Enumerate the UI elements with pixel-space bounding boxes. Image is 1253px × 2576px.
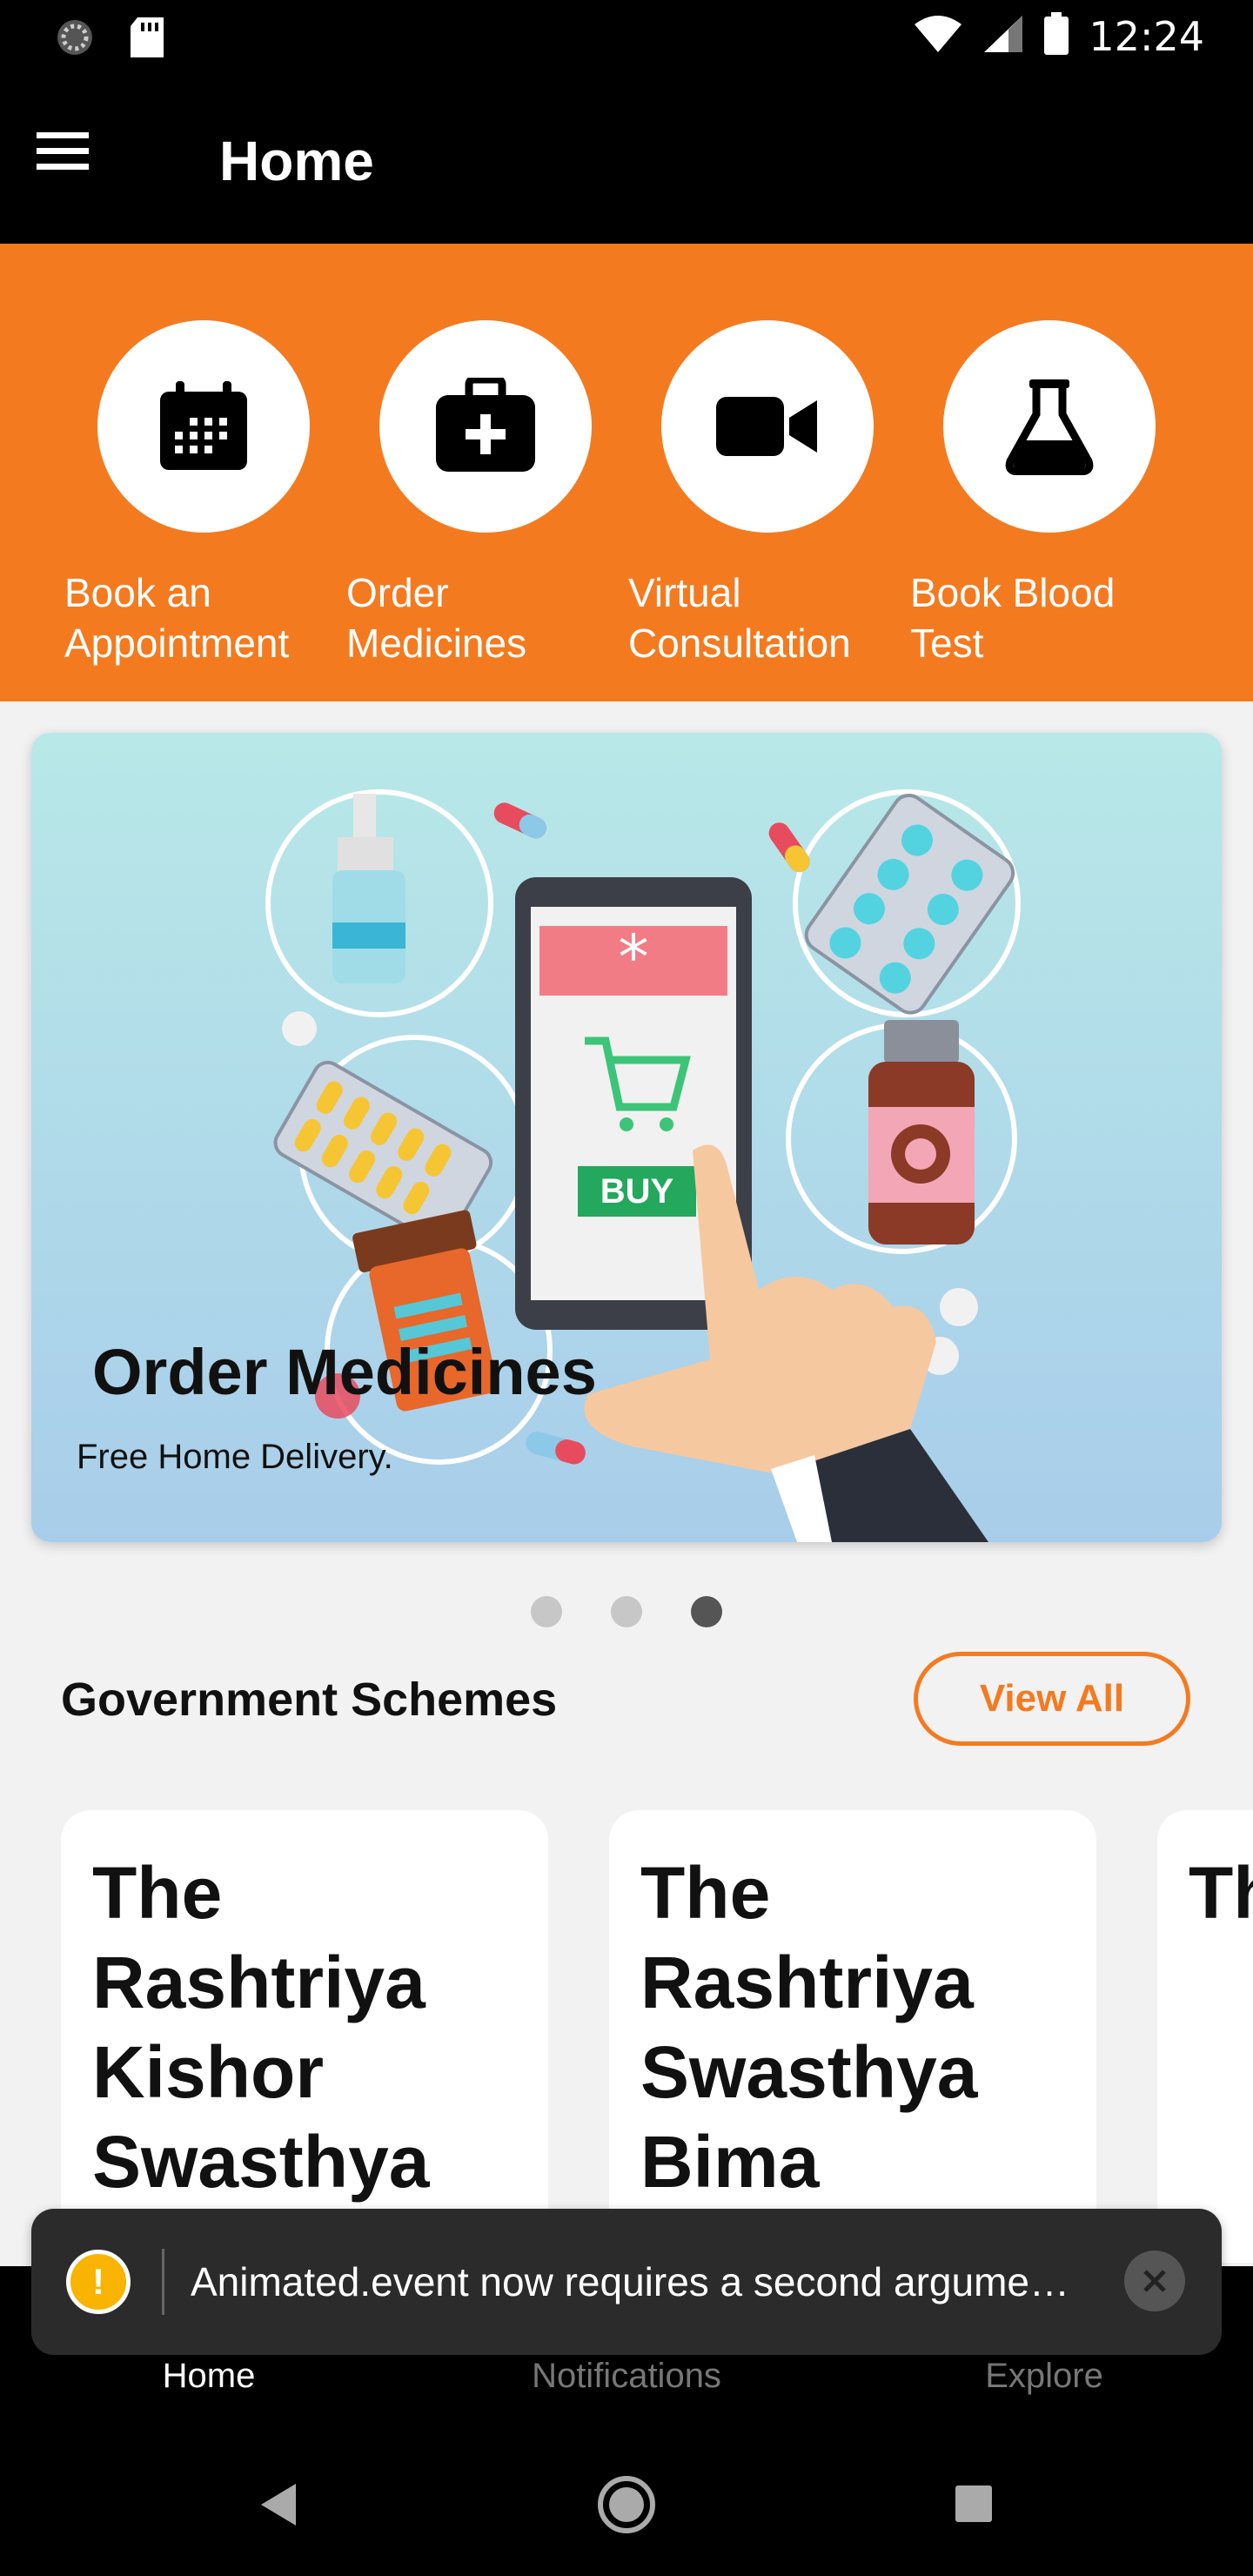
app-bar: Home <box>0 77 1253 244</box>
book-appointment-label: Book an Appointment <box>64 570 290 666</box>
order-medicines-button[interactable] <box>379 320 592 533</box>
sync-status-icon <box>54 17 96 63</box>
video-camera-icon <box>716 397 817 456</box>
battery-icon <box>1043 12 1069 60</box>
virtual-consultation-action[interactable]: Virtual Consultation <box>628 320 910 668</box>
book-appointment-action[interactable]: Book an Appointment <box>64 320 346 668</box>
view-all-button[interactable]: View All <box>914 1652 1190 1746</box>
system-navigation-bar <box>0 2437 1253 2576</box>
page-title: Home <box>219 130 374 192</box>
toast-close-button[interactable] <box>1124 2251 1185 2311</box>
order-medicines-action[interactable]: Order Medicines <box>346 320 628 668</box>
banner-subtitle: Free Home Delivery. <box>77 1438 393 1476</box>
cell-signal-icon <box>982 14 1024 58</box>
flask-icon <box>1005 379 1094 475</box>
buy-label: BUY <box>600 1172 674 1211</box>
book-appointment-button[interactable] <box>97 320 310 533</box>
carousel-dot[interactable] <box>531 1596 562 1627</box>
carousel-dot[interactable] <box>611 1596 642 1627</box>
home-circle-icon[interactable] <box>597 2475 656 2539</box>
nav-notifications[interactable]: Notifications <box>470 2357 783 2396</box>
toast-divider <box>162 2249 164 2315</box>
sd-card-icon <box>129 16 165 64</box>
nav-explore[interactable]: Explore <box>888 2357 1201 2396</box>
scheme-card[interactable]: The Rashtriya Kishor Swasthya <box>61 1810 548 2263</box>
toast-message: Animated.event now requires a second arg… <box>191 2259 1070 2304</box>
scheme-card-title: The Rashtriya Kishor Swasthya <box>92 1852 430 2203</box>
wifi-icon <box>913 14 963 58</box>
svg-text:*: * <box>619 922 649 993</box>
virtual-consultation-button[interactable] <box>661 320 874 533</box>
recents-icon[interactable] <box>954 2484 994 2528</box>
carousel-indicator <box>0 1596 1253 1627</box>
carousel-dot-active[interactable] <box>691 1596 722 1627</box>
nav-home[interactable]: Home <box>52 2357 365 2396</box>
warning-toast[interactable]: ! Animated.event now requires a second a… <box>31 2209 1222 2355</box>
book-blood-test-action[interactable]: Book Blood Test <box>910 320 1192 668</box>
banner-illustration: * BUY <box>265 789 1021 1542</box>
banner-title: Order Medicines <box>92 1336 597 1408</box>
book-blood-test-button[interactable] <box>943 320 1156 533</box>
scheme-card-title: The Rashtriya Swasthya Bima <box>640 1852 978 2203</box>
promo-banner[interactable]: * BUY Order Medicines Free Home Delivery… <box>31 733 1222 1542</box>
book-blood-test-label: Book Blood Test <box>910 570 1116 666</box>
scheme-card[interactable]: The Rashtriya Swasthya Bima <box>609 1810 1096 2263</box>
calendar-icon <box>160 381 247 470</box>
virtual-consultation-label: Virtual Consultation <box>628 570 851 666</box>
menu-button[interactable] <box>26 115 99 188</box>
quick-actions-panel: Book an Appointment Order Medicines Virt… <box>0 244 1253 701</box>
hamburger-menu-icon <box>37 132 89 170</box>
app-root: 12:24 Home Book an Appointment Order Med… <box>0 0 1253 2576</box>
back-icon[interactable] <box>258 2480 299 2533</box>
status-time: 12:24 <box>1089 12 1204 60</box>
warning-icon: ! <box>66 2250 131 2314</box>
scheme-card[interactable]: Th Ra Sv Bi Yo <box>1157 1810 1253 2263</box>
medical-kit-icon <box>436 378 535 472</box>
status-bar: 12:24 <box>0 0 1253 77</box>
schemes-section-title: Government Schemes <box>61 1674 558 1726</box>
order-medicines-label: Order Medicines <box>346 570 527 666</box>
scheme-card-title: Th Ra Sv Bi Yo <box>1189 1852 1253 1934</box>
close-icon <box>1143 2270 1166 2292</box>
